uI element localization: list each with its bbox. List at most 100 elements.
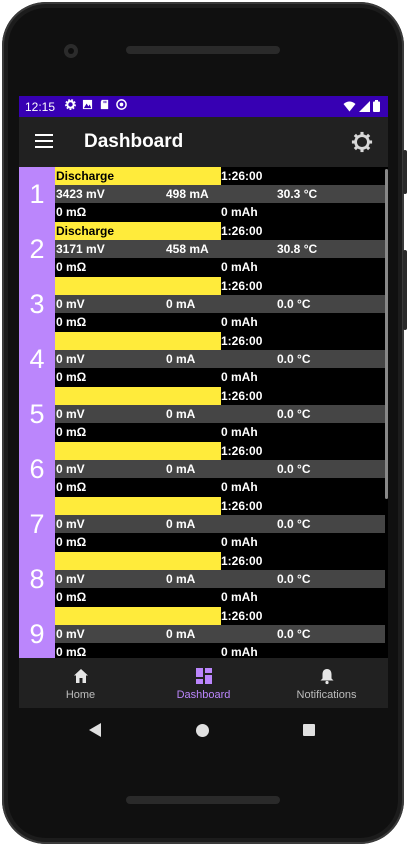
cell-capacity: 0 mAh [221,260,258,274]
cell-status-row: 1:26:00 [55,607,385,625]
cell-row[interactable]: 6 1:26:00 0 mV 0 mA 0.0 °C 0 mΩ 0 mAh [19,442,385,497]
cell-row[interactable]: 1 Discharge 1:26:00 3423 mV 498 mA 30.3 °C 0 m… [19,167,385,222]
recents-icon[interactable] [303,724,315,736]
cell-number: 6 [19,442,55,497]
page-title: Dashboard [84,131,184,152]
cell-row[interactable]: 9 1:26:00 0 mV 0 mA 0.0 °C 0 mΩ 0 mAh [19,607,385,658]
cell-current: 0 mA [166,297,196,311]
cell-temperature: 30.3 °C [277,187,318,201]
cell-current: 0 mA [166,517,196,531]
home-icon [73,669,88,683]
cell-state-bar [55,497,221,515]
cell-list[interactable]: 1 Discharge 1:26:00 3423 mV 498 mA 30.3 °C 0 m… [19,167,388,658]
cell-resistance: 0 mΩ [56,535,87,549]
cell-row[interactable]: 8 1:26:00 0 mV 0 mA 0.0 °C 0 mΩ 0 mAh [19,552,385,607]
cell-timer: 1:26:00 [221,554,263,568]
cell-voltage: 0 mV [56,572,85,586]
cell-current: 0 mA [166,462,196,476]
cell-timer: 1:26:00 [221,609,263,623]
cell-timer: 1:26:00 [221,444,263,458]
cell-temperature: 0.0 °C [277,407,311,421]
cell-summary-row: 0 mΩ 0 mAh [55,533,385,552]
nav-notifications[interactable]: Notifications [265,658,388,708]
cell-temperature: 0.0 °C [277,297,311,311]
bottom-navigation: Home Dashboard Notifications [19,658,388,708]
sync-status-icon [116,99,127,110]
sd-card-icon [100,99,109,110]
cell-number: 7 [19,497,55,552]
notification-icons [65,99,127,110]
cell-row[interactable]: 5 1:26:00 0 mV 0 mA 0.0 °C 0 mΩ 0 mAh [19,387,385,442]
system-navigation-bar [19,708,388,754]
cell-current: 0 mA [166,352,196,366]
cell-summary-row: 0 mΩ 0 mAh [55,588,385,607]
cell-reading-row: 3171 mV 458 mA 30.8 °C [55,240,385,258]
cell-reading-row: 3423 mV 498 mA 30.3 °C [55,185,385,203]
cell-capacity: 0 mAh [221,205,258,219]
cell-state-bar [55,442,221,460]
cell-state-bar [55,332,221,350]
cell-voltage: 3423 mV [56,187,105,201]
cell-number: 4 [19,332,55,387]
nav-dashboard-label: Dashboard [176,689,231,701]
app-bar: Dashboard [19,117,388,167]
nav-dashboard[interactable]: Dashboard [142,658,265,708]
cell-temperature: 0.0 °C [277,462,311,476]
cell-signal-icon [359,100,370,112]
device-screen: 12:15 Dashboard 1 Discharge 1:26:00 3423… [19,96,388,708]
cell-status-row: 1:26:00 [55,277,385,295]
cell-resistance: 0 mΩ [56,370,87,384]
cell-temperature: 0.0 °C [277,517,311,531]
cell-resistance: 0 mΩ [56,260,87,274]
cell-capacity: 0 mAh [221,480,258,494]
system-icons [343,100,380,112]
cell-status-row: 1:26:00 [55,442,385,460]
cell-row[interactable]: 4 1:26:00 0 mV 0 mA 0.0 °C 0 mΩ 0 mAh [19,332,385,387]
cell-summary-row: 0 mΩ 0 mAh [55,478,385,497]
cell-status-row: 1:26:00 [55,497,385,515]
cell-row[interactable]: 7 1:26:00 0 mV 0 mA 0.0 °C 0 mΩ 0 mAh [19,497,385,552]
cell-resistance: 0 mΩ [56,315,87,329]
cell-state-bar [55,387,221,405]
scrollbar[interactable] [385,169,388,499]
cell-state-bar: Discharge [55,222,221,240]
cell-temperature: 30.8 °C [277,242,318,256]
cell-temperature: 0.0 °C [277,627,311,641]
cell-row[interactable]: 2 Discharge 1:26:00 3171 mV 458 mA 30.8 °C 0 m… [19,222,385,277]
cell-timer: 1:26:00 [221,224,263,238]
cell-current: 458 mA [166,242,209,256]
cell-reading-row: 0 mV 0 mA 0.0 °C [55,405,385,423]
cell-summary-row: 0 mΩ 0 mAh [55,313,385,332]
cell-capacity: 0 mAh [221,535,258,549]
cell-capacity: 0 mAh [221,645,258,658]
cell-status-row: Discharge 1:26:00 [55,167,385,185]
cell-summary-row: 0 mΩ 0 mAh [55,203,385,222]
back-icon[interactable] [89,723,101,737]
cell-capacity: 0 mAh [221,590,258,604]
cell-reading-row: 0 mV 0 mA 0.0 °C [55,350,385,368]
cell-status-row: 1:26:00 [55,552,385,570]
menu-icon[interactable] [35,134,53,148]
cell-resistance: 0 mΩ [56,480,87,494]
cell-number: 2 [19,222,55,277]
power-button [403,150,407,194]
dashboard-icon [195,668,212,684]
cell-voltage: 0 mV [56,517,85,531]
cell-state-bar: Discharge [55,167,221,185]
bell-icon [320,669,333,685]
cell-current: 0 mA [166,627,196,641]
gear-icon[interactable] [351,131,373,153]
nav-home[interactable]: Home [19,658,142,708]
cell-temperature: 0.0 °C [277,352,311,366]
cell-resistance: 0 mΩ [56,205,87,219]
wifi-icon [343,101,356,111]
cell-resistance: 0 mΩ [56,590,87,604]
home-button-icon[interactable] [196,724,209,737]
cell-capacity: 0 mAh [221,425,258,439]
cell-row[interactable]: 3 1:26:00 0 mV 0 mA 0.0 °C 0 mΩ 0 mAh [19,277,385,332]
cell-capacity: 0 mAh [221,315,258,329]
cell-reading-row: 0 mV 0 mA 0.0 °C [55,460,385,478]
cell-summary-row: 0 mΩ 0 mAh [55,258,385,277]
battery-icon [373,100,380,112]
cell-voltage: 0 mV [56,627,85,641]
